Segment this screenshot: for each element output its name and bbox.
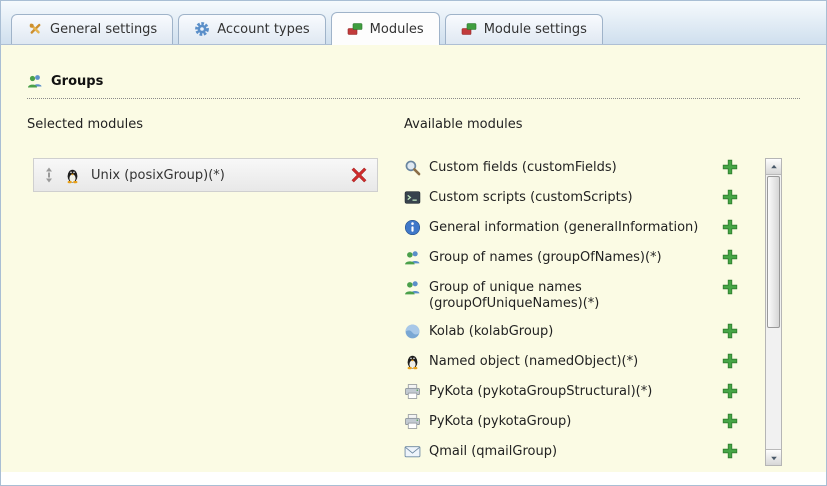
add-module-button[interactable]	[722, 188, 738, 205]
selected-module-row: Unix (posixGroup)(*)	[33, 158, 378, 192]
add-module-button[interactable]	[722, 158, 738, 175]
group-icon	[404, 248, 422, 266]
scroll-up-button[interactable]	[766, 159, 781, 175]
available-module-row: PyKota (pykotaGroup)	[404, 412, 759, 433]
available-module-row: Custom scripts (customScripts)	[404, 188, 759, 209]
available-modules-list-body: Custom fields (customFields) Custom scri…	[404, 158, 782, 472]
kolab-icon	[404, 322, 422, 340]
available-module-label: Kolab (kolabGroup)	[429, 322, 714, 340]
drag-handle-icon[interactable]	[44, 167, 54, 183]
tux-icon	[64, 167, 81, 184]
modules-icon	[347, 21, 363, 37]
add-module-button[interactable]	[722, 322, 738, 339]
available-modules-list: Custom fields (customFields) Custom scri…	[404, 158, 759, 472]
page-title: Groups	[51, 74, 103, 89]
module-columns: Selected modules Unix (posixGroup)(*) Av…	[27, 117, 800, 472]
available-module-row: General information (generalInformation)	[404, 218, 759, 239]
available-modules-heading: Available modules	[404, 117, 782, 132]
tab-label: Account types	[217, 22, 309, 37]
tools-icon	[27, 21, 43, 37]
tab-account-types[interactable]: Account types	[178, 14, 325, 44]
gear-icon	[194, 21, 210, 37]
section-divider	[27, 98, 800, 99]
available-module-row: Group of names (groupOfNames)(*)	[404, 248, 759, 269]
remove-module-button[interactable]	[351, 167, 367, 183]
available-module-label: Custom fields (customFields)	[429, 158, 714, 176]
selected-modules-heading: Selected modules	[27, 117, 379, 132]
tab-label: Modules	[370, 22, 424, 37]
script-icon	[404, 188, 422, 206]
scroll-track[interactable]	[766, 329, 781, 449]
tab-label: General settings	[50, 22, 157, 37]
printer-icon	[404, 382, 422, 400]
add-module-button[interactable]	[722, 352, 738, 369]
printer-icon	[404, 412, 422, 430]
tab-module-settings[interactable]: Module settings	[445, 14, 603, 44]
tab-label: Module settings	[484, 22, 587, 37]
tux-icon	[404, 352, 422, 370]
scroll-thumb[interactable]	[767, 176, 780, 328]
modules-tab-content: Groups Selected modules Unix (posixGroup…	[1, 45, 826, 472]
available-module-label: Custom scripts (customScripts)	[429, 188, 714, 206]
available-module-label: Named object (namedObject)(*)	[429, 352, 714, 370]
tab-bar: General settings Account types Modules M…	[1, 1, 826, 45]
arrow-up-icon	[769, 162, 779, 172]
modules-icon	[461, 21, 477, 37]
available-module-row: Custom fields (customFields)	[404, 158, 759, 179]
group-icon	[404, 278, 422, 296]
available-module-label: Group of unique names (groupOfUniqueName…	[429, 278, 714, 313]
tab-general-settings[interactable]: General settings	[11, 14, 173, 44]
tab-modules[interactable]: Modules	[331, 12, 440, 45]
add-module-button[interactable]	[722, 218, 738, 235]
selected-module-label: Unix (posixGroup)(*)	[91, 168, 341, 183]
available-module-label: General information (generalInformation)	[429, 218, 714, 236]
available-module-label: Qmail (qmailGroup)	[429, 442, 714, 460]
available-module-row: Kolab (kolabGroup)	[404, 322, 759, 343]
add-module-button[interactable]	[722, 442, 738, 459]
section-header: Groups	[27, 73, 800, 89]
scrollbar[interactable]	[765, 158, 782, 466]
mail-icon	[404, 442, 422, 460]
groups-icon	[27, 73, 43, 89]
available-module-label: PyKota (pykotaGroup)	[429, 412, 714, 430]
add-module-button[interactable]	[722, 382, 738, 399]
selected-modules-column: Selected modules Unix (posixGroup)(*)	[27, 117, 379, 472]
footer-strip	[1, 472, 826, 485]
add-module-button[interactable]	[722, 248, 738, 265]
lam-configuration-page: General settings Account types Modules M…	[0, 0, 827, 486]
available-module-row: Group of unique names (groupOfUniqueName…	[404, 278, 759, 313]
add-module-button[interactable]	[722, 278, 738, 295]
add-module-button[interactable]	[722, 412, 738, 429]
available-modules-column: Available modules Custom fields (customF…	[404, 117, 782, 472]
magnifier-icon	[404, 158, 422, 176]
available-module-row: Qmail (qmailGroup)	[404, 442, 759, 463]
available-module-row: PyKota (pykotaGroupStructural)(*)	[404, 382, 759, 403]
available-module-label: Group of names (groupOfNames)(*)	[429, 248, 714, 266]
available-module-row: Named object (namedObject)(*)	[404, 352, 759, 373]
scroll-down-button[interactable]	[766, 449, 781, 465]
available-module-label: PyKota (pykotaGroupStructural)(*)	[429, 382, 714, 400]
arrow-down-icon	[769, 453, 779, 463]
info-icon	[404, 218, 422, 236]
